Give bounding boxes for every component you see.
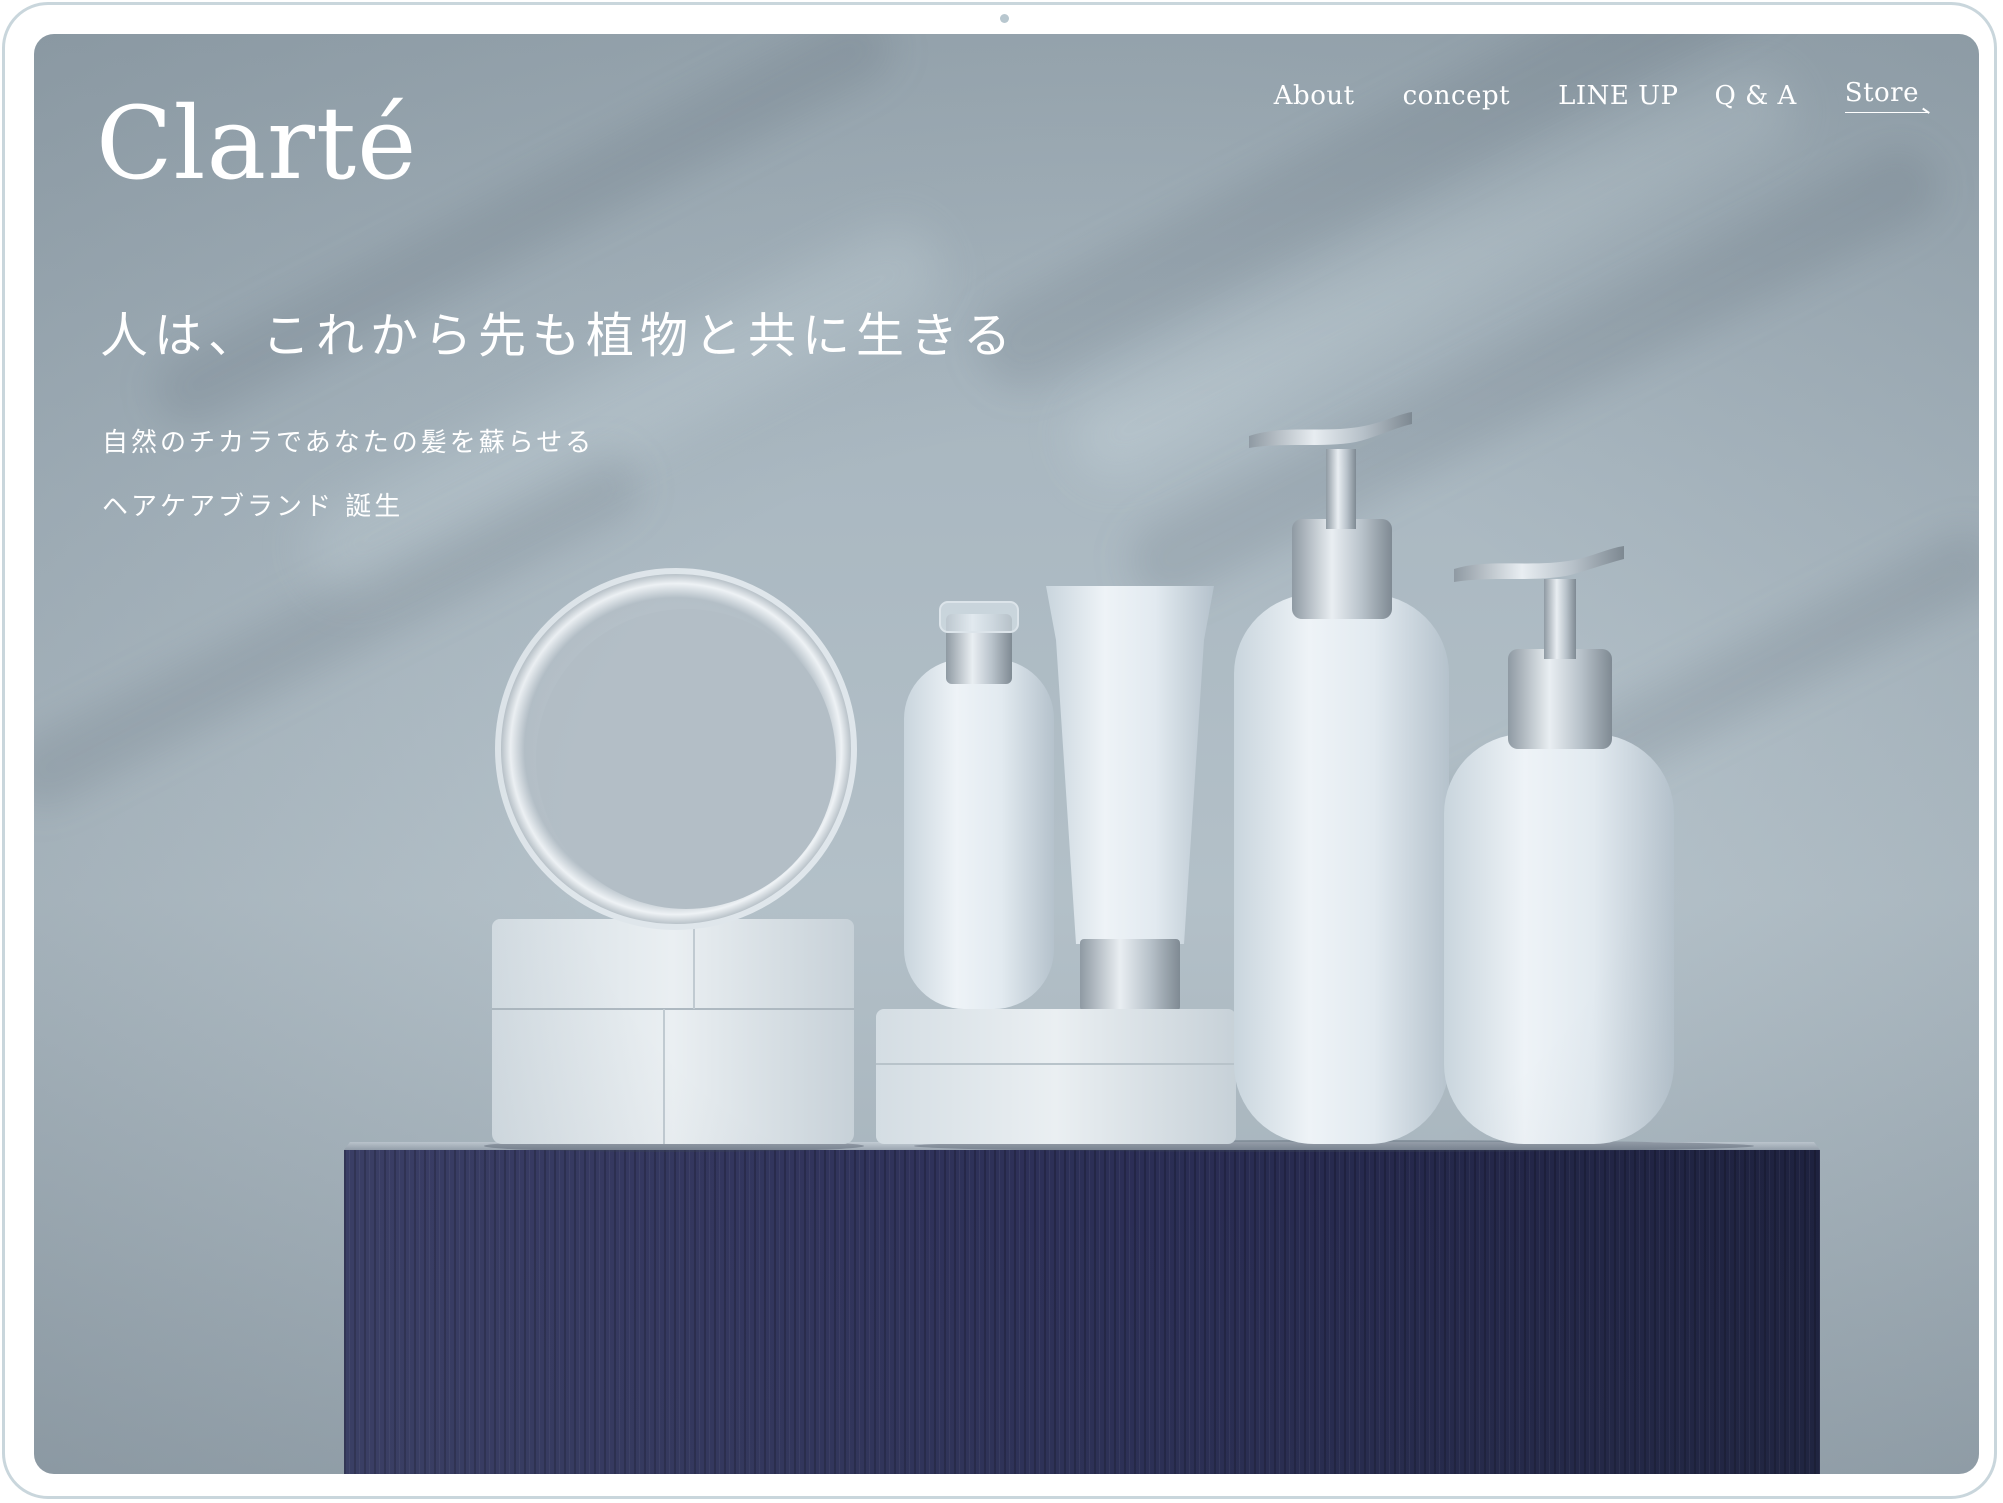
brand-logo[interactable]: Clarté xyxy=(96,94,417,194)
hero-subline-2: ヘアケアブランド 誕生 xyxy=(102,492,404,522)
hero-headline: 人は、これから先も植物と共に生きる xyxy=(100,308,1018,364)
tablet-frame: Clarté About concept LINE UP Q & A Store… xyxy=(2,2,1997,1499)
nav-about[interactable]: About xyxy=(1274,81,1355,111)
nav-qa[interactable]: Q & A xyxy=(1715,81,1797,111)
logo-wordmark: Clarté xyxy=(96,85,418,202)
hero-screen: Clarté About concept LINE UP Q & A Store… xyxy=(34,34,1979,1474)
camera-dot xyxy=(1000,14,1009,23)
product-photo xyxy=(344,412,1820,1474)
nav-line-up[interactable]: LINE UP xyxy=(1558,81,1678,111)
main-nav: About concept LINE UP Q & A Store xyxy=(1274,78,1929,113)
hero-subline-1: 自然のチカラであなたの髪を蘇らせる xyxy=(102,428,595,458)
nav-concept[interactable]: concept xyxy=(1403,81,1511,111)
nav-store-link[interactable]: Store xyxy=(1844,78,1929,113)
